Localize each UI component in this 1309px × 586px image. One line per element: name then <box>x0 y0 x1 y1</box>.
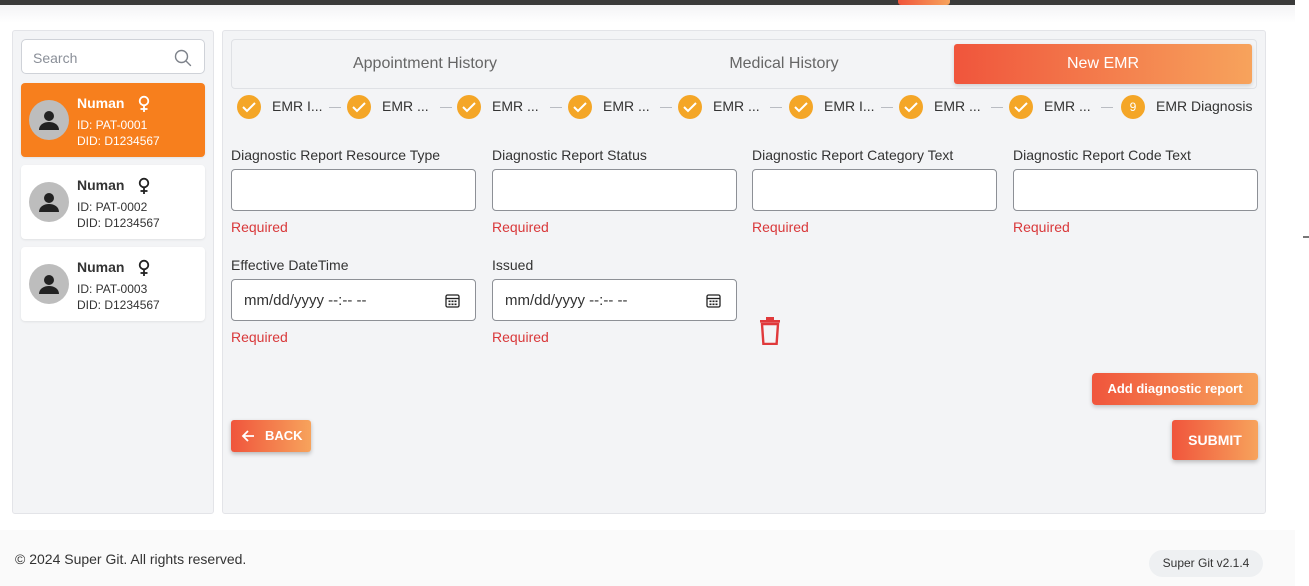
main-panel: Appointment History Medical History New … <box>222 30 1266 514</box>
issued-field[interactable]: mm/dd/yyyy --:-- -- <box>492 279 737 321</box>
footer: © 2024 Super Git. All rights reserved. S… <box>0 530 1295 586</box>
step-check-icon <box>347 95 371 119</box>
trash-icon[interactable] <box>759 317 781 345</box>
patient-card[interactable]: Numan ID: PAT-0001 DID: D1234567 <box>21 83 205 157</box>
tab-medical-history[interactable]: Medical History <box>618 40 950 88</box>
search-icon[interactable] <box>174 49 192 67</box>
calendar-icon[interactable] <box>445 293 460 308</box>
avatar <box>29 182 69 222</box>
step-label: EMR ... <box>713 98 760 114</box>
step-connector <box>881 107 893 108</box>
step-connector <box>550 107 562 108</box>
tab-bar: Appointment History Medical History New … <box>231 39 1257 89</box>
patient-did: DID: D1234567 <box>77 134 160 148</box>
step-connector <box>991 107 1003 108</box>
window-edge <box>1295 0 1309 586</box>
back-button[interactable]: BACK <box>231 420 311 452</box>
step-connector <box>770 107 782 108</box>
status-error: Required <box>492 219 549 235</box>
effective-datetime-label: Effective DateTime <box>231 257 349 273</box>
code-text-label: Diagnostic Report Code Text <box>1013 147 1191 163</box>
tab-appointment-history[interactable]: Appointment History <box>232 40 618 88</box>
avatar <box>29 264 69 304</box>
step-label: EMR I... <box>824 98 875 114</box>
tab-new-emr[interactable]: New EMR <box>954 44 1252 84</box>
add-diagnostic-report-button[interactable]: Add diagnostic report <box>1092 373 1258 405</box>
step-check-icon <box>899 95 923 119</box>
top-bar-shadow <box>0 5 1309 23</box>
resource-type-field <box>231 169 476 211</box>
patient-card[interactable]: Numan ID: PAT-0002 DID: D1234567 <box>21 165 205 239</box>
patient-name: Numan <box>77 259 125 275</box>
step-connector <box>1101 107 1113 108</box>
patient-name: Numan <box>77 177 125 193</box>
step-label: EMR Diagnosis <box>1156 98 1253 114</box>
step-number: 9 <box>1121 95 1145 119</box>
step-label: EMR ... <box>603 98 650 114</box>
resource-type-label: Diagnostic Report Resource Type <box>231 147 441 163</box>
category-text-label: Diagnostic Report Category Text <box>752 147 954 163</box>
status-field <box>492 169 737 211</box>
step-check-icon <box>1009 95 1033 119</box>
arrow-left-icon <box>241 430 254 442</box>
patient-did: DID: D1234567 <box>77 298 160 312</box>
patient-name: Numan <box>77 95 125 111</box>
person-icon <box>39 275 59 294</box>
step-connector <box>660 107 672 108</box>
step-check-icon <box>678 95 702 119</box>
code-text-input[interactable] <box>1014 170 1257 210</box>
resource-type-input[interactable] <box>232 170 475 210</box>
step-connector <box>440 107 452 108</box>
search-input[interactable] <box>33 49 173 67</box>
step-connector <box>329 107 341 108</box>
step-label: EMR ... <box>492 98 539 114</box>
code-text-error: Required <box>1013 219 1070 235</box>
edge-marker <box>1303 236 1309 238</box>
emr-stepper: EMR I... EMR ... EMR ... EMR ... EMR ... <box>237 94 1257 122</box>
person-icon <box>39 193 59 212</box>
category-text-field <box>752 169 997 211</box>
patient-id: ID: PAT-0003 <box>77 282 148 296</box>
step-label: EMR ... <box>934 98 981 114</box>
issued-value: mm/dd/yyyy --:-- -- <box>505 292 628 309</box>
step-label: EMR ... <box>382 98 429 114</box>
avatar <box>29 100 69 140</box>
category-text-input[interactable] <box>753 170 996 210</box>
app-container: Numan ID: PAT-0001 DID: D1234567 Numan I… <box>0 22 1282 526</box>
back-label: BACK <box>265 428 303 443</box>
search-box <box>21 39 205 74</box>
step-check-icon <box>568 95 592 119</box>
step-label: EMR I... <box>272 98 323 114</box>
female-icon <box>138 177 150 194</box>
patient-id: ID: PAT-0002 <box>77 200 148 214</box>
step-label: EMR ... <box>1044 98 1091 114</box>
issued-label: Issued <box>492 257 534 273</box>
status-input[interactable] <box>493 170 736 210</box>
code-text-field <box>1013 169 1258 211</box>
step-check-icon <box>789 95 813 119</box>
effective-datetime-error: Required <box>231 329 288 345</box>
patient-id: ID: PAT-0001 <box>77 118 148 132</box>
issued-error: Required <box>492 329 549 345</box>
resource-type-error: Required <box>231 219 288 235</box>
step-check-icon <box>237 95 261 119</box>
patient-did: DID: D1234567 <box>77 216 160 230</box>
patient-sidebar: Numan ID: PAT-0001 DID: D1234567 Numan I… <box>12 30 214 514</box>
female-icon <box>138 259 150 276</box>
effective-datetime-value: mm/dd/yyyy --:-- -- <box>244 292 367 309</box>
version-badge: Super Git v2.1.4 <box>1149 550 1263 577</box>
effective-datetime-field[interactable]: mm/dd/yyyy --:-- -- <box>231 279 476 321</box>
patient-card[interactable]: Numan ID: PAT-0003 DID: D1234567 <box>21 247 205 321</box>
copyright-text: © 2024 Super Git. All rights reserved. <box>15 551 247 567</box>
person-icon <box>39 111 59 130</box>
calendar-icon[interactable] <box>706 293 721 308</box>
submit-button[interactable]: SUBMIT <box>1172 420 1258 460</box>
category-text-error: Required <box>752 219 809 235</box>
status-label: Diagnostic Report Status <box>492 147 647 163</box>
female-icon <box>138 95 150 112</box>
step-check-icon <box>457 95 481 119</box>
